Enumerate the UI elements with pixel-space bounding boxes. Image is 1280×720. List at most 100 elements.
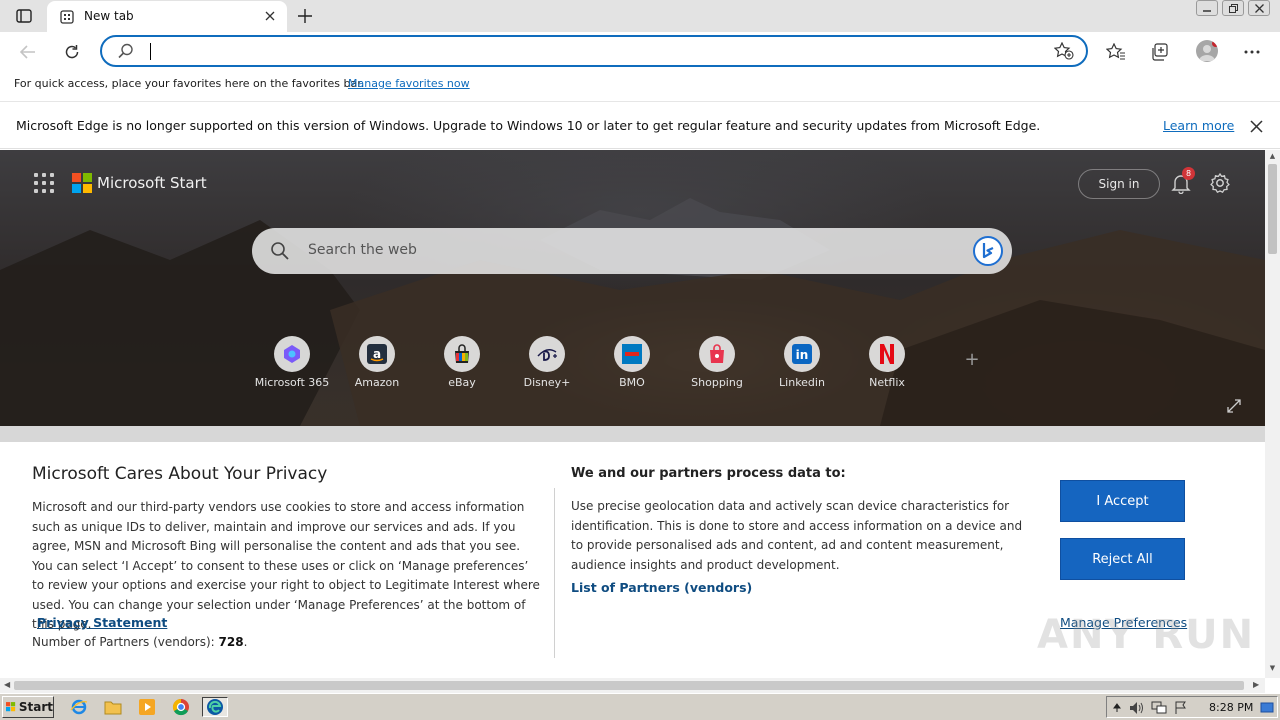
volume-icon[interactable] — [1129, 700, 1145, 716]
window-controls — [1196, 0, 1270, 18]
tile-label: Microsoft 365 — [254, 376, 330, 389]
favorites-bar-hint: For quick access, place your favorites h… — [14, 77, 365, 90]
start-label: Start — [18, 700, 53, 714]
ebay-icon — [444, 336, 480, 372]
tile-bmo[interactable]: BMO — [590, 336, 674, 396]
anyrun-watermark: ANY RUN — [1037, 612, 1256, 658]
close-tab-icon[interactable] — [261, 7, 279, 25]
scroll-left-icon[interactable]: ◀ — [4, 680, 12, 690]
partners-count-value: 728 — [218, 635, 244, 649]
list-of-partners-link[interactable]: List of Partners (vendors) — [571, 580, 752, 595]
new-tab-page: Microsoft Start Sign in 8 Search the web… — [0, 150, 1265, 678]
text-caret — [150, 43, 151, 60]
address-input[interactable] — [152, 41, 1032, 63]
chrome-icon[interactable] — [170, 697, 192, 717]
manage-favorites-link[interactable]: Manage favorites now — [348, 77, 470, 90]
system-tray: 8:28 PM — [1106, 696, 1278, 718]
back-arrow-icon[interactable] — [16, 40, 40, 64]
search-icon — [270, 241, 290, 264]
scroll-right-icon[interactable]: ▶ — [1253, 680, 1261, 690]
privacy-title: Microsoft Cares About Your Privacy — [32, 464, 328, 484]
privacy-period: . — [147, 616, 151, 630]
sign-in-button[interactable]: Sign in — [1078, 169, 1160, 199]
tab-actions-icon[interactable] — [8, 4, 40, 28]
more-options-icon[interactable] — [1240, 40, 1264, 64]
linkedin-icon: in — [784, 336, 820, 372]
network-icon[interactable] — [1151, 700, 1167, 716]
favorites-icon[interactable] — [1104, 40, 1128, 64]
edge-icon[interactable] — [202, 697, 228, 717]
bing-chat-icon[interactable] — [972, 235, 1004, 267]
add-favorite-icon[interactable] — [1053, 41, 1074, 63]
taskbar: Start 8:28 PM — [0, 693, 1280, 720]
feed-strip — [0, 426, 1265, 442]
tile-shopping[interactable]: Shopping — [675, 336, 759, 396]
microsoft-logo-icon — [72, 173, 92, 193]
app-launcher-icon[interactable] — [34, 173, 54, 193]
web-search-box[interactable]: Search the web — [252, 228, 1012, 274]
add-tile-icon[interactable]: + — [962, 350, 982, 370]
tile-amazon[interactable]: a Amazon — [335, 336, 419, 396]
svg-text:in: in — [796, 348, 809, 362]
netflix-icon — [869, 336, 905, 372]
notification-badge: 8 — [1182, 167, 1195, 180]
reject-all-button[interactable]: Reject All — [1060, 538, 1185, 580]
tile-ebay[interactable]: eBay — [420, 336, 504, 396]
tile-label: Linkedin — [779, 376, 825, 389]
address-bar[interactable] — [100, 35, 1088, 67]
tile-label: Amazon — [354, 376, 400, 389]
disney-icon — [529, 336, 565, 372]
favorites-bar: For quick access, place your favorites h… — [0, 72, 1280, 102]
notifications-bell-icon[interactable]: 8 — [1170, 167, 1195, 195]
file-explorer-icon[interactable] — [102, 697, 124, 717]
expand-icon[interactable] — [1226, 398, 1242, 414]
tile-label: eBay — [448, 376, 476, 389]
vertical-scrollbar[interactable]: ▲ ▼ — [1265, 150, 1280, 678]
learn-more-link[interactable]: Learn more — [1163, 118, 1234, 133]
infobar-message: Microsoft Edge is no longer supported on… — [16, 118, 1041, 133]
horizontal-scrollbar[interactable]: ◀ ▶ — [0, 678, 1265, 693]
collections-icon[interactable] — [1148, 40, 1172, 64]
process-body: Use precise geolocation data and activel… — [571, 499, 1023, 572]
newtab-icon — [59, 9, 75, 25]
close-window-button[interactable] — [1248, 0, 1270, 16]
process-title: We and our partners process data to: — [571, 466, 846, 481]
partners-count-line: Number of Partners (vendors): 728. — [32, 635, 247, 649]
restore-button[interactable] — [1222, 0, 1244, 16]
gear-icon[interactable] — [1209, 172, 1231, 194]
tile-disney-plus[interactable]: Disney+ — [505, 336, 589, 396]
start-button[interactable]: Start — [2, 696, 54, 718]
tile-linkedin[interactable]: in Linkedin — [760, 336, 844, 396]
tab-new-tab[interactable]: New tab — [47, 1, 287, 32]
new-tab-button[interactable] — [292, 4, 318, 28]
horizontal-scroll-thumb[interactable] — [14, 681, 1244, 690]
media-player-icon[interactable] — [136, 697, 158, 717]
search-icon — [118, 43, 134, 62]
partners-count-label: Number of Partners (vendors): — [32, 635, 215, 649]
scroll-up-icon[interactable]: ▲ — [1268, 152, 1277, 160]
scroll-down-icon[interactable]: ▼ — [1268, 664, 1277, 672]
internet-explorer-icon[interactable] — [68, 697, 90, 717]
refresh-icon[interactable] — [60, 40, 84, 64]
show-desktop-icon[interactable] — [1259, 700, 1275, 716]
tile-netflix[interactable]: Netflix — [845, 336, 929, 396]
vertical-scroll-thumb[interactable] — [1268, 164, 1277, 254]
tile-microsoft-365[interactable]: Microsoft 365 — [250, 336, 334, 396]
action-center-flag-icon[interactable] — [1173, 700, 1189, 716]
banner-divider — [554, 488, 555, 658]
close-icon[interactable] — [1248, 118, 1264, 134]
web-search-placeholder: Search the web — [308, 242, 417, 258]
tile-label: BMO — [619, 376, 645, 389]
taskbar-clock: 8:28 PM — [1209, 701, 1254, 714]
profile-avatar[interactable] — [1196, 40, 1218, 62]
tile-label: Disney+ — [523, 376, 571, 389]
accept-button[interactable]: I Accept — [1060, 480, 1185, 522]
partners-count-period: . — [243, 635, 248, 649]
brand-title: Microsoft Start — [97, 174, 207, 192]
minimize-button[interactable] — [1196, 0, 1218, 16]
tab-title: New tab — [84, 9, 134, 23]
tray-expand-icon[interactable] — [1109, 700, 1125, 716]
svg-text:a: a — [373, 347, 381, 361]
tile-label: Shopping — [691, 376, 743, 389]
windows-logo-icon — [6, 702, 16, 712]
